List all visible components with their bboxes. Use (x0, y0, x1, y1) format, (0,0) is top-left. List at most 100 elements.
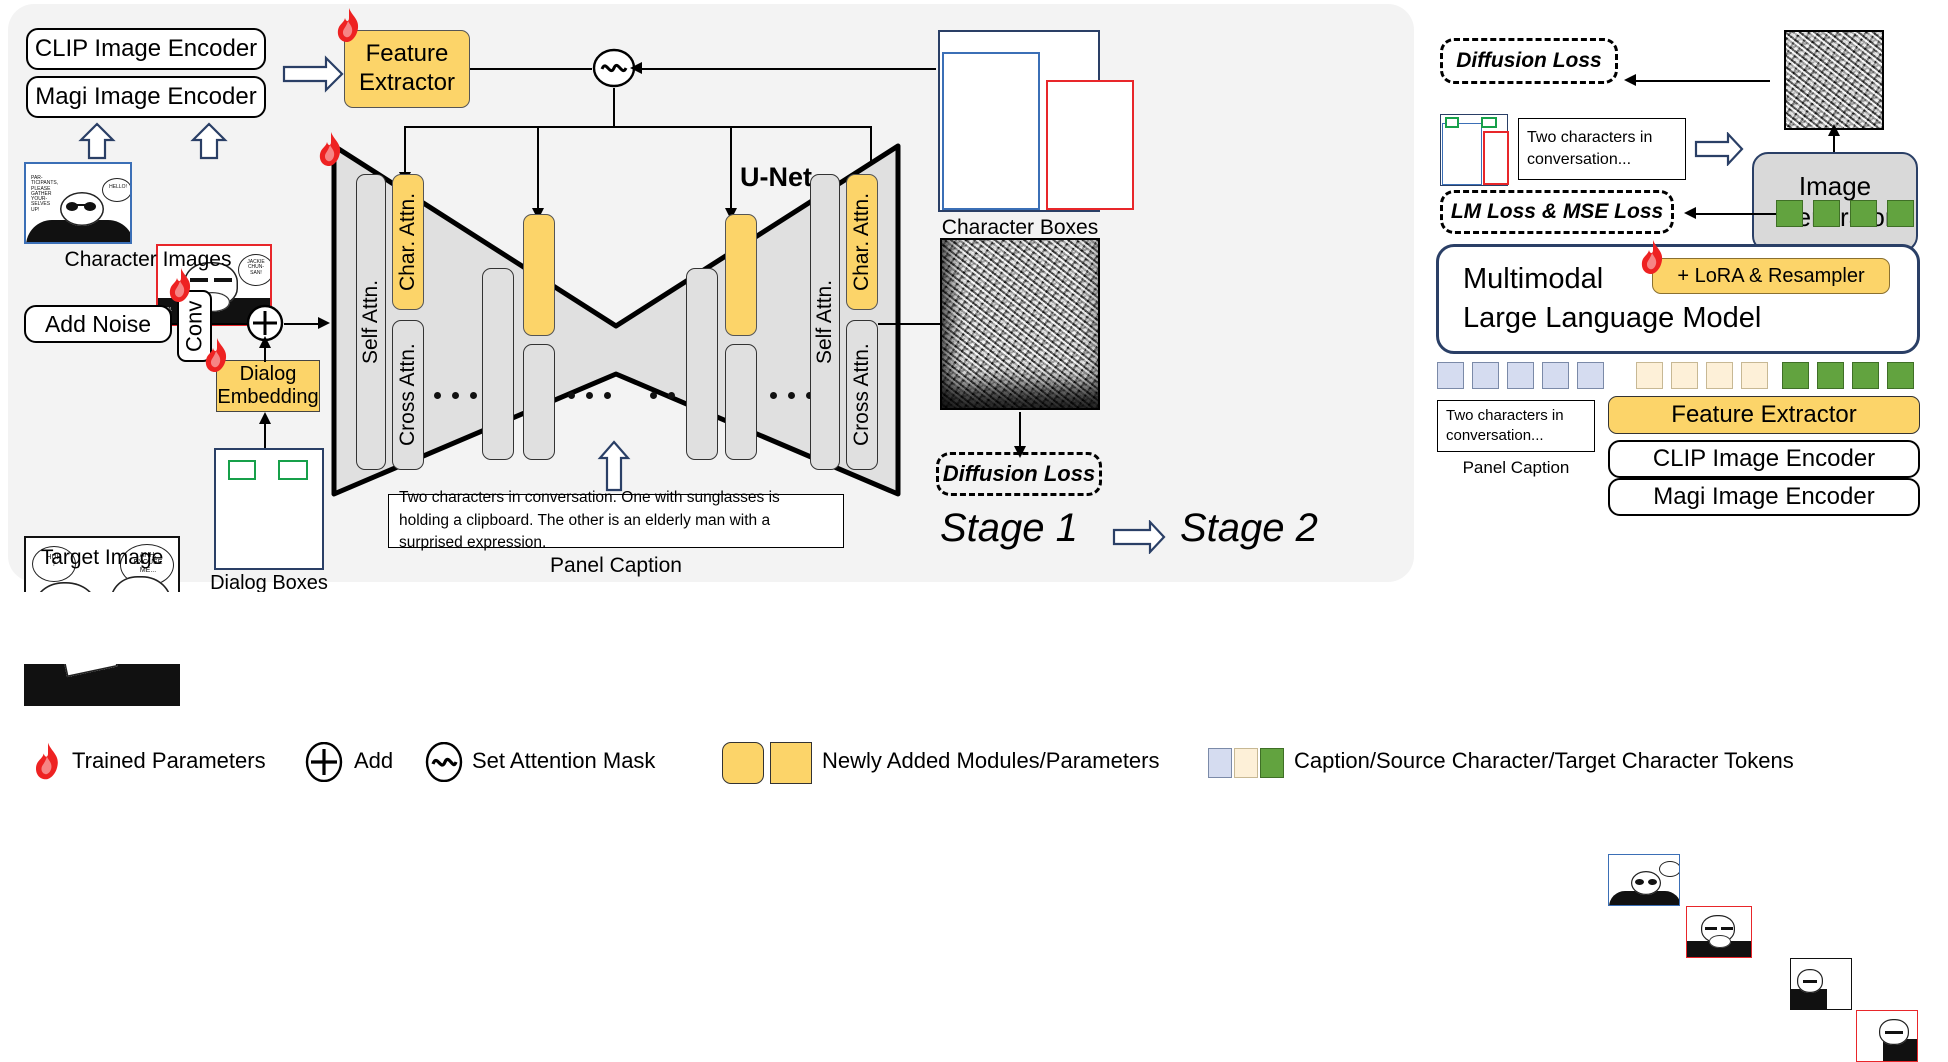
self-attn-right[interactable]: Self Attn. (810, 174, 840, 470)
mllm-line2: Large Language Model (1463, 302, 1762, 334)
stage1-label: Stage 1 (940, 506, 1078, 550)
diffusion-loss-stage2-label: Diffusion Loss (1456, 49, 1602, 72)
self-attn-left-label: Self Attn. (359, 279, 382, 365)
connector-img-to-diffusion-loss (1630, 80, 1770, 82)
target-token (1887, 362, 1914, 389)
legend-source-token-swatch (1234, 748, 1258, 778)
character-boxes-label: Character Boxes (941, 216, 1099, 239)
cross-attn-right-label: Cross Attn. (850, 343, 873, 447)
self-attn-left[interactable]: Self Attn. (356, 174, 386, 470)
arrow-head-left-1 (630, 62, 642, 74)
target-image-label: Target Image (40, 546, 164, 569)
arrow-head-up-3 (1828, 124, 1840, 136)
connector-unet-to-output (878, 323, 942, 325)
clip-image-encoder-box[interactable]: CLIP Image Encoder (26, 28, 266, 70)
magi-image-encoder-box[interactable]: Magi Image Encoder (26, 76, 266, 118)
right-block-arrow-icon-2 (1694, 132, 1744, 166)
caption-token (1577, 362, 1604, 389)
stage2-thumb-4 (1856, 1010, 1918, 1062)
source-token (1741, 362, 1768, 389)
fire-icon (337, 8, 359, 42)
target-token (1852, 362, 1879, 389)
up-block-arrow-icon-1 (78, 122, 116, 160)
character-image-1: HELLO! PAR- TICIPANTS, PLEASE GATHER YOUR- SE… (24, 162, 132, 244)
legend-newly-added-label: Newly Added Modules/Parameters (822, 748, 1160, 773)
legend-tilde-circle-icon (425, 742, 463, 782)
caption-token (1437, 362, 1464, 389)
unet-char-attn-mid-right[interactable] (725, 214, 757, 336)
stage2-thumb-2 (1686, 906, 1752, 958)
character-images-label: Character Images (64, 248, 232, 271)
connector-charboxes-to-mask (636, 68, 936, 70)
stage2-clip-box[interactable]: CLIP Image Encoder (1608, 440, 1920, 478)
fire-icon-dialog (205, 338, 227, 372)
char-attn-right-label: Char. Attn. (850, 192, 873, 292)
legend-fire-icon (35, 742, 58, 780)
arrow-head-right-2 (318, 317, 330, 329)
dialog-embedding-label: Dialog Embedding (217, 363, 319, 408)
legend-trained-parameters-label: Trained Parameters (72, 748, 266, 773)
legend-yellow-rounded-swatch (722, 742, 764, 784)
stage2-short-caption-box: Two characters in conversation... (1518, 118, 1686, 180)
caption-token (1507, 362, 1534, 389)
clip-image-encoder-label: CLIP Image Encoder (34, 35, 258, 62)
stage2-panel-caption-label: Panel Caption (1462, 458, 1570, 477)
unet-title: U-Net (740, 162, 812, 192)
cross-attn-left[interactable]: Cross Attn. (392, 320, 424, 470)
connector-conv-to-add (212, 323, 248, 325)
unet-slot-a[interactable] (482, 268, 514, 460)
legend-caption-token-swatch (1208, 748, 1232, 778)
stage2-panel-caption-text: Two characters in conversation... (1446, 406, 1564, 444)
target-token (1782, 362, 1809, 389)
src1-bubble-text: HELLO! (109, 184, 127, 190)
diffusion-loss-stage1: Diffusion Loss (936, 452, 1102, 496)
lora-resampler-badge[interactable]: + LoRA & Resampler (1652, 258, 1890, 294)
cross-attn-left-label: Cross Attn. (396, 343, 419, 447)
stage2-magi-box[interactable]: Magi Image Encoder (1608, 478, 1920, 516)
cross-attn-right[interactable]: Cross Attn. (846, 320, 878, 470)
legend-yellow-square-swatch (770, 742, 812, 784)
dialog-embedding-box[interactable]: Dialog Embedding (216, 360, 320, 412)
source-token (1706, 362, 1733, 389)
unet-slot-b[interactable] (523, 344, 555, 460)
char-attn-left[interactable]: Char. Attn. (392, 174, 424, 310)
stage2-magi-label: Magi Image Encoder (1653, 483, 1875, 510)
dots-1 (434, 392, 477, 399)
dialog-box-1 (228, 460, 256, 480)
unet-slot-d[interactable] (725, 344, 757, 460)
stage2-input-token-row (1437, 362, 1914, 389)
connector-fe-to-mask (470, 68, 592, 70)
dialog-box-2 (278, 460, 308, 480)
add-noise-box[interactable]: Add Noise (24, 305, 172, 343)
stage2-thumb-1 (1608, 854, 1680, 906)
caption-token (1472, 362, 1499, 389)
dots-4 (770, 392, 813, 399)
stage2-clip-label: CLIP Image Encoder (1652, 445, 1876, 472)
unet-char-attn-mid-left[interactable] (523, 214, 555, 336)
legend-panel (8, 592, 1940, 664)
dialog-boxes-panel (214, 448, 324, 570)
panel-caption-text: Two characters in conversation. One with… (399, 489, 780, 552)
stage2-feature-extractor-box[interactable]: Feature Extractor (1608, 396, 1920, 434)
char-attn-right[interactable]: Char. Attn. (846, 174, 878, 310)
right-block-arrow-icon-1 (282, 55, 344, 93)
feature-extractor-box[interactable]: Feature Extractor (344, 30, 470, 108)
stage2-thumb-3 (1790, 958, 1852, 1010)
add-noise-label: Add Noise (44, 310, 152, 337)
connector-mask-bus (404, 126, 872, 128)
stage2-short-caption-text: Two characters in conversation... (1527, 129, 1653, 168)
arrow-head-up-2 (259, 412, 271, 424)
arrow-head-left-2 (1624, 74, 1636, 86)
unet-slot-c[interactable] (686, 268, 718, 460)
stage2-label: Stage 2 (1180, 506, 1318, 550)
stage2-noise-image (1784, 30, 1884, 130)
stage-transition-arrow-icon (1112, 520, 1166, 554)
lm-mse-loss-label: LM Loss & MSE Loss (1450, 200, 1664, 223)
stage2-feature-extractor-label: Feature Extractor (1671, 401, 1857, 428)
connector-tokens-to-lmloss (1690, 213, 1776, 215)
panel-caption-label: Panel Caption (550, 554, 682, 577)
lm-mse-loss: LM Loss & MSE Loss (1440, 190, 1674, 234)
character-boxes-panel (938, 30, 1134, 212)
character-box-blue (942, 52, 1040, 210)
character-box-red (1046, 80, 1134, 210)
